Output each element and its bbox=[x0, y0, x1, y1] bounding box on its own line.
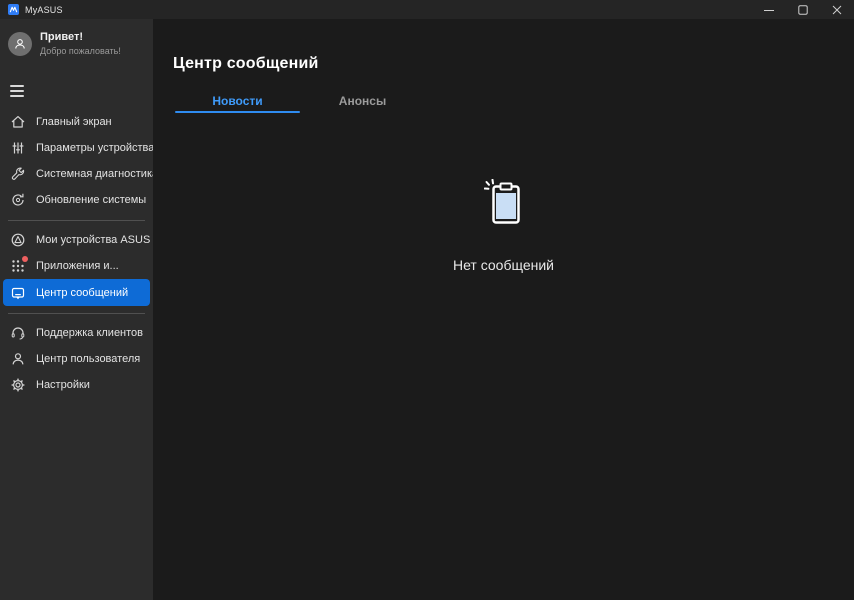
minimize-button[interactable] bbox=[752, 0, 786, 19]
sliders-icon bbox=[10, 140, 26, 156]
refresh-icon bbox=[10, 192, 26, 208]
sidebar-item-label: Параметры устройства bbox=[36, 142, 154, 154]
sidebar-item-home[interactable]: Главный экран bbox=[0, 109, 153, 135]
empty-message: Нет сообщений bbox=[453, 257, 554, 273]
sidebar-divider bbox=[8, 313, 145, 314]
empty-state: Нет сообщений bbox=[153, 179, 854, 273]
message-icon bbox=[10, 285, 26, 301]
greeting-hello: Привет! bbox=[40, 31, 121, 45]
titlebar: MyASUS bbox=[0, 0, 854, 19]
sidebar-item-label: Главный экран bbox=[36, 116, 112, 128]
sidebar-item-my-devices[interactable]: Мои устройства ASUS bbox=[0, 227, 153, 253]
wrench-icon bbox=[10, 166, 26, 182]
headset-icon bbox=[10, 325, 26, 341]
sidebar-item-label: Приложения и... bbox=[36, 260, 119, 272]
sidebar-item-diagnostics[interactable]: Системная диагностика bbox=[0, 161, 153, 187]
tab-news[interactable]: Новости bbox=[175, 89, 300, 113]
greeting-welcome: Добро пожаловать! bbox=[40, 46, 121, 57]
sidebar-nav: Главный экран Параметры устройства bbox=[0, 109, 153, 398]
tabs: Новости Анонсы bbox=[175, 89, 854, 113]
sidebar-item-label: Центр сообщений bbox=[36, 287, 128, 299]
main-content: Центр сообщений Новости Анонсы Нет сообщ… bbox=[153, 19, 854, 600]
close-button[interactable] bbox=[820, 0, 854, 19]
sidebar-item-label: Мои устройства ASUS bbox=[36, 234, 150, 246]
home-icon bbox=[10, 114, 26, 130]
page-title: Центр сообщений bbox=[153, 19, 854, 73]
sidebar-item-label: Обновление системы bbox=[36, 194, 146, 206]
myasus-logo-icon bbox=[8, 4, 19, 15]
sidebar-divider bbox=[8, 220, 145, 221]
sidebar-item-settings[interactable]: Настройки bbox=[0, 372, 153, 398]
sidebar-item-system-update[interactable]: Обновление системы bbox=[0, 187, 153, 213]
sidebar-item-label: Настройки bbox=[36, 379, 90, 391]
user-icon bbox=[10, 351, 26, 367]
tab-announcements[interactable]: Анонсы bbox=[300, 89, 425, 113]
gear-icon bbox=[10, 377, 26, 393]
hamburger-icon bbox=[10, 85, 24, 87]
menu-toggle-button[interactable] bbox=[0, 67, 153, 107]
sidebar-item-label: Центр пользователя bbox=[36, 353, 140, 365]
sidebar-item-device-settings[interactable]: Параметры устройства bbox=[0, 135, 153, 161]
empty-clipboard-icon bbox=[484, 179, 524, 227]
maximize-button[interactable] bbox=[786, 0, 820, 19]
sidebar-item-message-center[interactable]: Центр сообщений bbox=[3, 279, 150, 306]
user-greeting[interactable]: Привет! Добро пожаловать! bbox=[0, 19, 153, 67]
sidebar: Привет! Добро пожаловать! Главный экран bbox=[0, 19, 153, 600]
sidebar-item-apps[interactable]: Приложения и... bbox=[0, 253, 153, 279]
window-title: MyASUS bbox=[25, 5, 63, 15]
sidebar-item-label: Поддержка клиентов bbox=[36, 327, 143, 339]
sidebar-item-user-center[interactable]: Центр пользователя bbox=[0, 346, 153, 372]
sidebar-item-customer-support[interactable]: Поддержка клиентов bbox=[0, 320, 153, 346]
notification-dot bbox=[22, 256, 28, 262]
avatar bbox=[8, 32, 32, 56]
device-circle-icon bbox=[10, 232, 26, 248]
sidebar-item-label: Системная диагностика bbox=[36, 168, 158, 180]
apps-grid-icon bbox=[10, 258, 26, 274]
